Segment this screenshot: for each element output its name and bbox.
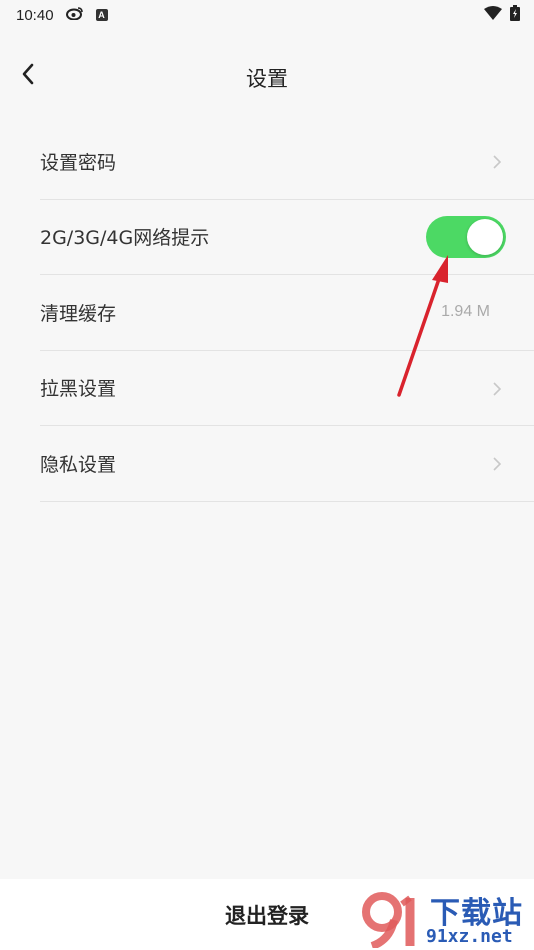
settings-item-clear-cache[interactable]: 清理缓存 1.94 M xyxy=(40,275,534,351)
logout-label: 退出登录 xyxy=(225,903,309,928)
status-icons-right xyxy=(484,5,520,25)
chevron-right-icon xyxy=(492,381,502,396)
status-icons-left: A xyxy=(65,6,108,24)
header: 设置 xyxy=(0,50,534,106)
settings-item-label: 设置密码 xyxy=(40,151,117,174)
a-badge-icon: A xyxy=(95,9,108,21)
toggle-knob xyxy=(467,218,503,255)
watermark: 下载站 91xz.net xyxy=(360,888,534,950)
wifi-icon xyxy=(484,6,502,24)
back-button[interactable] xyxy=(14,62,42,90)
weibo-icon xyxy=(65,6,84,24)
battery-charging-icon xyxy=(510,5,520,25)
chevron-left-icon xyxy=(21,63,35,89)
settings-item-password[interactable]: 设置密码 xyxy=(40,124,534,200)
watermark-logo-icon xyxy=(360,890,428,950)
chevron-right-icon xyxy=(492,154,502,169)
status-time: 10:40 xyxy=(16,6,54,24)
chevron-right-icon xyxy=(492,456,502,471)
annotation-arrow xyxy=(388,250,458,400)
page-title: 设置 xyxy=(246,67,288,91)
status-bar: 10:40 A xyxy=(0,0,534,30)
settings-item-network-alert: 2G/3G/4G网络提示 xyxy=(40,200,534,275)
settings-item-label: 隐私设置 xyxy=(40,453,117,476)
watermark-url: 91xz.net xyxy=(426,926,513,947)
settings-item-blacklist[interactable]: 拉黑设置 xyxy=(40,351,534,426)
settings-item-privacy[interactable]: 隐私设置 xyxy=(40,426,534,502)
